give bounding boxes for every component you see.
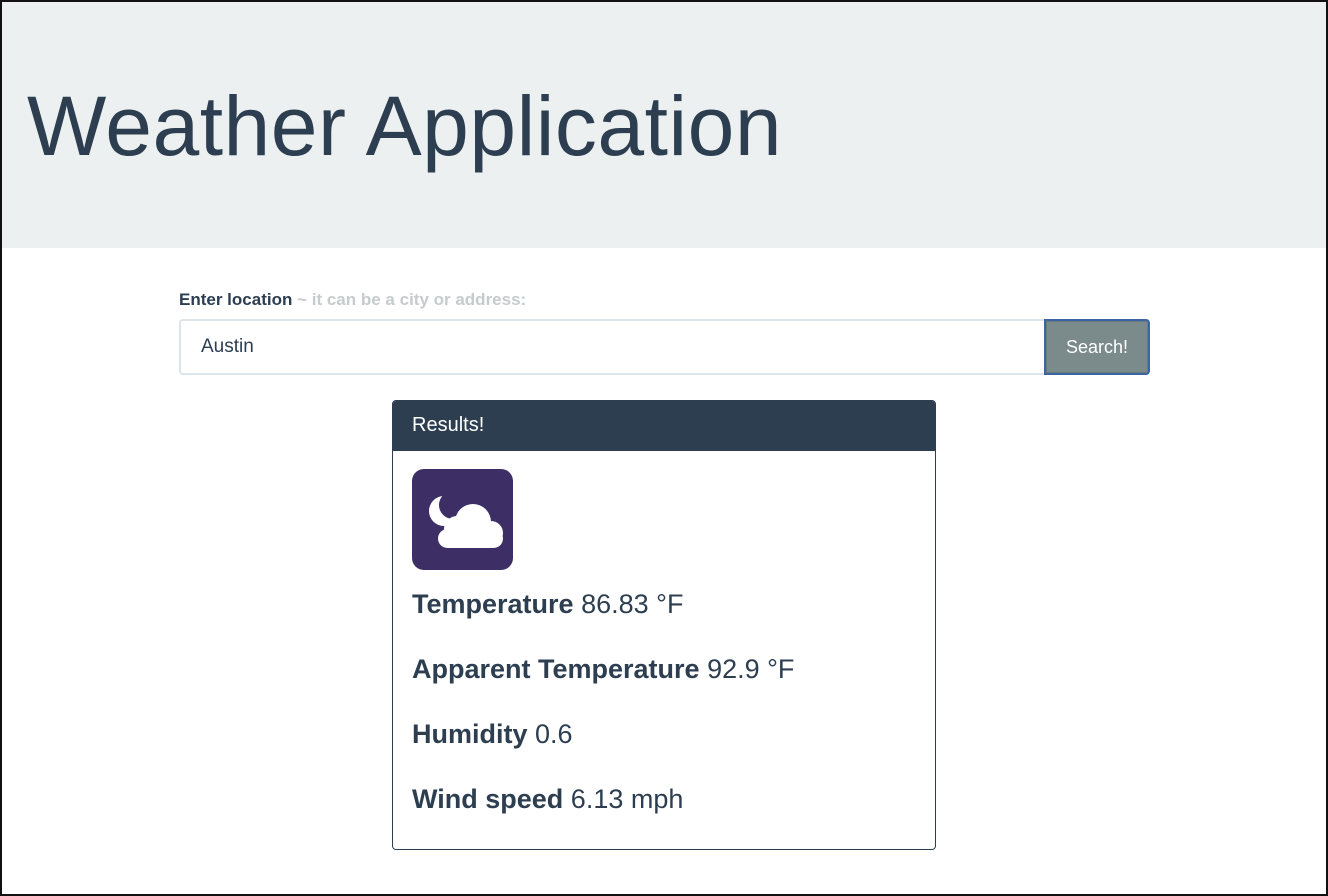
location-input[interactable]	[179, 319, 1044, 375]
location-hint: ~ it can be a city or address:	[297, 290, 527, 309]
location-label: Enter location ~ it can be a city or add…	[179, 290, 1150, 312]
temperature-value: 86.83 °F	[581, 589, 684, 619]
wind-speed-label: Wind speed	[412, 784, 564, 814]
temperature-label: Temperature	[412, 589, 574, 619]
humidity-stat: Humidity 0.6	[412, 721, 916, 748]
temperature-stat: Temperature 86.83 °F	[412, 591, 916, 618]
location-label-text: Enter location	[179, 290, 293, 309]
results-body: Temperature 86.83 °F Apparent Temperatur…	[393, 451, 935, 831]
page-title: Weather Application	[27, 79, 783, 173]
apparent-temperature-label: Apparent Temperature	[412, 654, 700, 684]
results-header: Results!	[393, 401, 935, 451]
partly-cloudy-night-icon	[412, 469, 513, 570]
wind-speed-stat: Wind speed 6.13 mph	[412, 786, 916, 813]
humidity-label: Humidity	[412, 719, 528, 749]
wind-speed-value: 6.13 mph	[570, 784, 684, 814]
results-card: Results! Temperature 86.83 °F Apparent T…	[392, 400, 936, 850]
apparent-temperature-value: 92.9 °F	[707, 654, 795, 684]
search-input-group: Search!	[179, 319, 1150, 375]
humidity-value: 0.6	[535, 719, 573, 749]
header-banner: Weather Application	[2, 2, 1326, 248]
search-button[interactable]: Search!	[1044, 319, 1150, 375]
apparent-temperature-stat: Apparent Temperature 92.9 °F	[412, 656, 916, 683]
search-form: Enter location ~ it can be a city or add…	[179, 290, 1150, 375]
